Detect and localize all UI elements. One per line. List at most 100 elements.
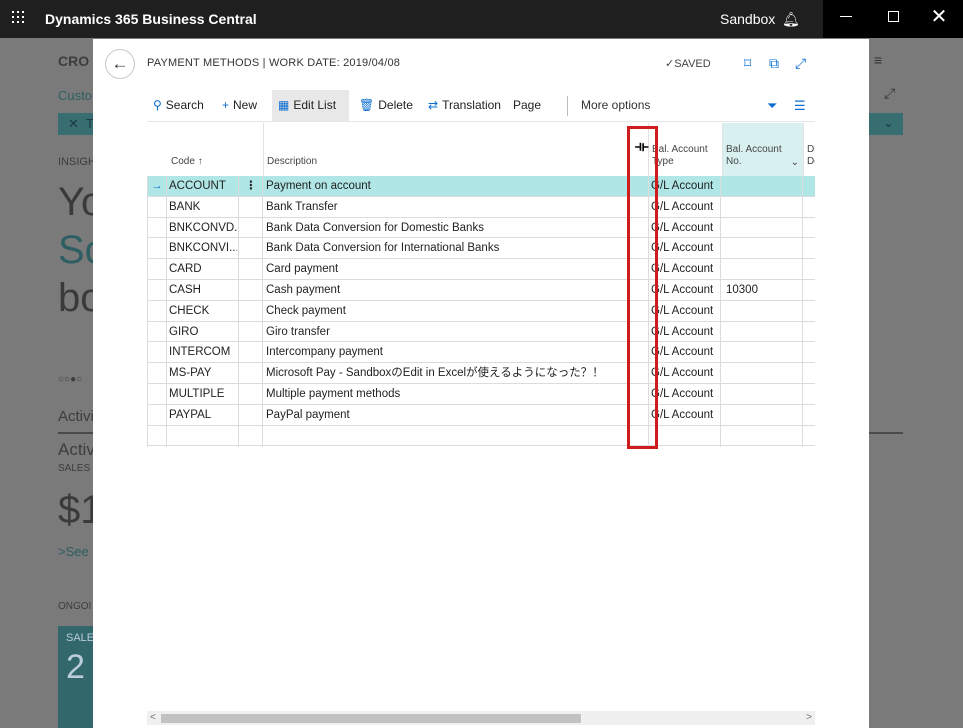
table-row[interactable]: MULTIPLE Multiple payment methods G/L Acco…	[147, 384, 815, 405]
cell-bal-account-no[interactable]: 10300	[726, 280, 800, 301]
cell-bal-account-no[interactable]	[726, 301, 800, 322]
cell-bal-account-type[interactable]: G/L Account	[651, 197, 721, 218]
row-menu-icon[interactable]	[241, 405, 261, 426]
edit-list-button[interactable]: ▦ Edit List	[272, 90, 349, 121]
translation-button[interactable]: ⇄ Translation	[422, 90, 507, 121]
row-indicator-icon[interactable]	[151, 197, 165, 218]
cell-description[interactable]	[266, 426, 646, 447]
row-menu-icon[interactable]	[241, 342, 261, 363]
row-indicator-icon[interactable]	[151, 384, 165, 405]
row-menu-icon[interactable]: ⋮	[241, 176, 261, 197]
cell-bal-account-no[interactable]	[726, 342, 800, 363]
column-header-code[interactable]: Code ↑	[167, 123, 239, 176]
bookmark-icon[interactable]: ⌑	[744, 55, 751, 72]
table-row[interactable]: → ACCOUNT ⋮ Payment on account G/L Account	[147, 176, 815, 197]
cell-description[interactable]: Check payment	[266, 301, 646, 322]
cell-code[interactable]: PAYPAL	[169, 405, 237, 426]
column-header-bal-account-type[interactable]: Bal. Account Type	[648, 123, 722, 176]
cell-code[interactable]: CASH	[169, 280, 237, 301]
cell-bal-account-type[interactable]: G/L Account	[651, 280, 721, 301]
cell-description[interactable]: PayPal payment	[266, 405, 646, 426]
row-menu-icon[interactable]	[241, 322, 261, 343]
row-menu-icon[interactable]	[241, 363, 261, 384]
cell-bal-account-type[interactable]: G/L Account	[651, 301, 721, 322]
cell-bal-account-type[interactable]: G/L Account	[651, 176, 721, 197]
table-row[interactable]: BNKCONVI... Bank Data Conversion for Inte…	[147, 238, 815, 260]
cell-bal-account-type[interactable]	[651, 426, 721, 447]
cell-bal-account-no[interactable]	[726, 218, 800, 239]
cell-bal-account-no[interactable]	[726, 322, 800, 343]
cell-code[interactable]: MS-PAY	[169, 363, 237, 384]
cell-bal-account-no[interactable]	[726, 426, 800, 447]
row-menu-icon[interactable]	[241, 426, 261, 447]
cell-code[interactable]: ACCOUNT	[169, 176, 237, 197]
close-window-button[interactable]: ✕	[916, 0, 962, 34]
row-indicator-icon[interactable]	[151, 280, 165, 301]
cell-bal-account-type[interactable]: G/L Account	[651, 342, 721, 363]
cell-bal-account-no[interactable]	[726, 384, 800, 405]
row-indicator-icon[interactable]: →	[151, 176, 165, 197]
cell-bal-account-type[interactable]: G/L Account	[651, 238, 721, 259]
cell-bal-account-no[interactable]	[726, 238, 800, 259]
scrollbar-thumb[interactable]	[161, 714, 581, 723]
cell-description[interactable]: Multiple payment methods	[266, 384, 646, 405]
cell-description[interactable]: Bank Data Conversion for International B…	[266, 238, 646, 259]
cell-description[interactable]: Bank Transfer	[266, 197, 646, 218]
cell-description[interactable]: Microsoft Pay - SandboxのEdit in Excelが使え…	[266, 363, 646, 384]
scroll-right-icon[interactable]: >	[806, 711, 812, 725]
cell-bal-account-no[interactable]	[726, 405, 800, 426]
cell-code[interactable]: MULTIPLE	[169, 384, 237, 405]
row-indicator-icon[interactable]	[151, 218, 165, 239]
cell-description[interactable]: Giro transfer	[266, 322, 646, 343]
table-row[interactable]: BANK Bank Transfer G/L Account	[147, 197, 815, 218]
search-button[interactable]: ⚲ Search	[147, 90, 210, 121]
row-indicator-icon[interactable]	[151, 426, 165, 447]
page-menu-button[interactable]: Page	[507, 90, 547, 121]
table-row[interactable]: GIRO Giro transfer G/L Account	[147, 322, 815, 343]
cell-code[interactable]: CHECK	[169, 301, 237, 322]
back-button[interactable]: ←	[105, 49, 135, 79]
cell-code[interactable]: GIRO	[169, 322, 237, 343]
column-header-next[interactable]: DiDe	[804, 123, 815, 176]
open-new-window-icon[interactable]: ⧉	[769, 55, 779, 72]
list-view-icon[interactable]: ☰	[794, 90, 806, 121]
table-row[interactable]: BNKCONVD... Bank Data Conversion for Dome…	[147, 218, 815, 239]
table-row[interactable]: CASH Cash payment G/L Account 10300	[147, 280, 815, 301]
cell-bal-account-type[interactable]: G/L Account	[651, 384, 721, 405]
horizontal-scrollbar[interactable]: < >	[147, 711, 815, 725]
table-row[interactable]: CARD Card payment G/L Account	[147, 259, 815, 280]
cell-bal-account-type[interactable]: G/L Account	[651, 405, 721, 426]
column-header-bal-account-no[interactable]: Bal. Account No. ⌄	[722, 123, 803, 176]
cell-code[interactable]: BNKCONVI...	[169, 238, 237, 259]
cell-bal-account-type[interactable]: G/L Account	[651, 322, 721, 343]
expand-icon[interactable]: ⤢	[795, 55, 806, 72]
minimize-button[interactable]	[823, 0, 869, 34]
cell-code[interactable]: BANK	[169, 197, 237, 218]
cell-description[interactable]: Intercompany payment	[266, 342, 646, 363]
cell-code[interactable]: CARD	[169, 259, 237, 280]
cell-bal-account-type[interactable]: G/L Account	[651, 363, 721, 384]
cell-bal-account-type[interactable]: G/L Account	[651, 259, 721, 280]
bell-icon[interactable]: 🔔︎	[782, 11, 800, 28]
table-row[interactable]: INTERCOM Intercompany payment G/L Account	[147, 342, 815, 364]
cell-description[interactable]: Card payment	[266, 259, 646, 280]
row-menu-icon[interactable]	[241, 218, 261, 239]
delete-button[interactable]: 🗑︎ Delete	[353, 90, 419, 121]
column-header-description[interactable]: Description	[263, 123, 629, 176]
filter-icon[interactable]: ⏷	[767, 90, 777, 121]
row-menu-icon[interactable]	[241, 197, 261, 218]
cell-description[interactable]: Bank Data Conversion for Domestic Banks	[266, 218, 646, 239]
cell-bal-account-no[interactable]	[726, 197, 800, 218]
table-row[interactable]	[147, 426, 815, 447]
row-indicator-icon[interactable]	[151, 322, 165, 343]
more-options-button[interactable]: More options	[575, 90, 656, 121]
row-indicator-icon[interactable]	[151, 238, 165, 259]
cell-description[interactable]: Payment on account	[266, 176, 646, 197]
cell-bal-account-no[interactable]	[726, 363, 800, 384]
cell-bal-account-no[interactable]	[726, 259, 800, 280]
scroll-left-icon[interactable]: <	[150, 711, 156, 725]
cell-description[interactable]: Cash payment	[266, 280, 646, 301]
new-button[interactable]: + New	[216, 90, 263, 121]
cell-code[interactable]: BNKCONVD...	[169, 218, 237, 239]
row-menu-icon[interactable]	[241, 259, 261, 280]
